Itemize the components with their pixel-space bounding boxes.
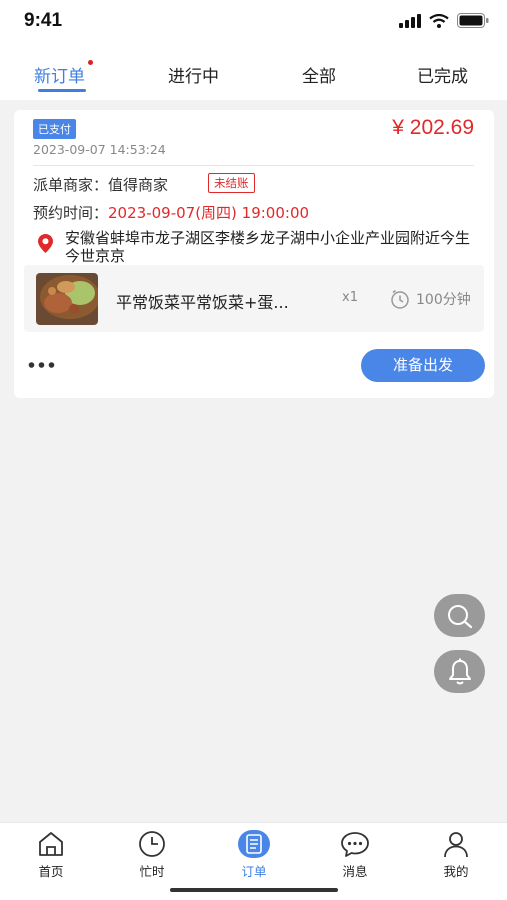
status-time: 9:41 [24,10,63,31]
location-pin-icon [38,234,53,253]
item-name: 平常饭菜平常饭菜+蛋... [116,293,289,312]
timer-icon [391,289,409,309]
nav-item-profile[interactable]: 我的 [426,829,486,880]
nav-label: 我的 [443,864,469,879]
order-price: ¥ 202.69 [392,116,474,139]
nav-label: 忙时 [139,864,165,879]
home-icon [39,832,63,856]
paid-status-badge: 已支付 [33,119,76,139]
nav-label: 订单 [241,864,267,879]
tab-completed[interactable]: 已完成 [417,62,468,87]
clock-icon [139,831,165,857]
nav-label: 消息 [342,864,368,879]
unsettled-badge: 未结账 [208,173,255,193]
battery-icon [457,13,489,28]
tab-in-progress[interactable]: 进行中 [168,62,219,87]
order-item[interactable]: 平常饭菜平常饭菜+蛋... x1 100分钟 [24,265,484,332]
appointment-row: 预约时间：2023-09-07(周四) 19:00:00 [33,202,309,223]
nav-label: 首页 [38,864,64,879]
nav-item-home[interactable]: 首页 [21,829,81,880]
status-icons [399,13,489,28]
food-image [36,273,98,325]
more-options-icon[interactable] [28,361,56,369]
nav-item-busy[interactable]: 忙时 [122,829,182,880]
delivery-address: 安徽省蚌埠市龙子湖区李楼乡龙子湖中小企业产业园附近今生今世京京 [65,229,471,265]
order-created-time: 2023-09-07 14:53:24 [33,142,166,157]
order-card[interactable]: 已支付 ¥ 202.69 2023-09-07 14:53:24 派单商家：值得… [14,110,494,398]
active-tab-indicator [38,89,86,92]
notification-dot [88,60,93,65]
status-bar: 9:41 [0,0,507,46]
item-quantity: x1 [342,290,358,305]
item-duration: 100分钟 [416,292,471,308]
signal-icon [399,13,421,28]
prepare-depart-button[interactable]: 准备出发 [361,349,485,382]
tab-label: 已完成 [417,67,468,87]
home-indicator [170,888,338,892]
search-icon [447,604,472,628]
divider [33,165,474,166]
floating-notification-button[interactable] [434,650,485,693]
floating-search-button[interactable] [434,594,485,637]
tab-label: 进行中 [168,67,219,87]
tab-all[interactable]: 全部 [302,62,336,87]
tab-new-orders[interactable]: 新订单 [34,60,93,87]
order-list-icon [238,830,270,858]
wifi-icon [429,13,449,28]
appointment-label: 预约时间： [33,204,109,222]
nav-item-orders[interactable]: 订单 [224,829,284,880]
tab-label: 全部 [302,67,336,87]
person-icon [444,832,468,858]
merchant-label: 派单商家：值得商家 [33,176,169,194]
chat-bubble-icon [341,832,369,857]
bell-icon [448,658,471,684]
appointment-value: 2023-09-07(周四) 19:00:00 [108,204,310,222]
nav-item-messages[interactable]: 消息 [325,829,385,880]
tab-label: 新订单 [34,67,85,87]
